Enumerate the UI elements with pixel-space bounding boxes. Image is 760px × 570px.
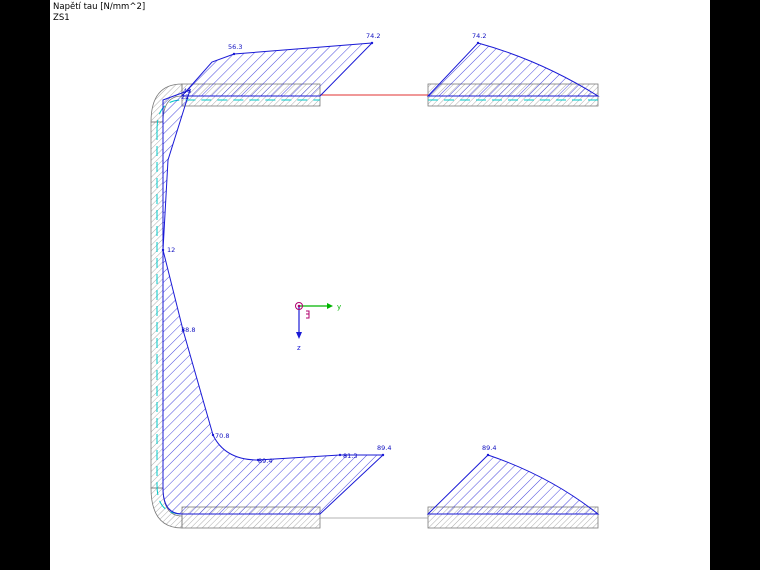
shear-center-marker bbox=[306, 310, 310, 319]
stress-bottom-flange-right bbox=[426, 454, 600, 515]
label-web-bottom: 70.8 bbox=[215, 432, 229, 440]
stress-top-flange-left bbox=[180, 42, 374, 97]
point-top-mid bbox=[232, 52, 236, 56]
point-web-upper bbox=[161, 248, 165, 252]
point-bottom-right-peak bbox=[486, 453, 490, 457]
axes: y z bbox=[295, 302, 341, 352]
origin-dot bbox=[297, 304, 301, 308]
z-axis-arrow bbox=[296, 332, 302, 339]
label-top-end: 74.2 bbox=[366, 32, 380, 40]
label-corner-b: 22 bbox=[181, 93, 189, 101]
y-axis-label: y bbox=[337, 303, 341, 311]
label-bottom-end: 89.4 bbox=[377, 444, 391, 452]
z-axis-label: z bbox=[297, 344, 301, 352]
point-top-end bbox=[370, 41, 374, 45]
stress-web-and-bottom bbox=[162, 89, 385, 515]
label-web-lower: 38.8 bbox=[181, 326, 195, 334]
label-top-mid: 56.3 bbox=[228, 43, 242, 51]
section-stress-diagram[interactable]: 56.3 74.2 74.2 48 22 12 38.8 70.8 89.4 8… bbox=[0, 0, 760, 570]
point-web-bottom bbox=[211, 433, 215, 437]
stress-top-flange-right bbox=[426, 42, 600, 97]
section-web bbox=[150, 121, 164, 489]
label-top-right-peak: 74.2 bbox=[472, 32, 486, 40]
stage: Napětí tau [N/mm^2] ZS1 56.3 74.2 74.2 4… bbox=[0, 0, 760, 570]
point-bottom-mid bbox=[338, 453, 342, 457]
label-bottom-start: 89.4 bbox=[258, 457, 272, 465]
point-top-right-peak bbox=[476, 41, 480, 45]
label-bottom-mid: 81.3 bbox=[343, 452, 357, 460]
label-web-upper: 12 bbox=[167, 246, 175, 254]
label-bottom-right-peak: 89.4 bbox=[482, 444, 496, 452]
point-bottom-end bbox=[381, 453, 385, 457]
y-axis-arrow bbox=[327, 303, 333, 309]
